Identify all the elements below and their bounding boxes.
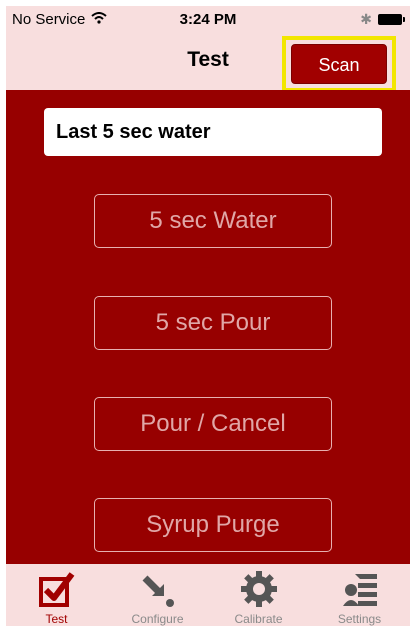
tab-settings-label: Settings	[337, 612, 382, 626]
pour-5sec-button[interactable]: 5 sec Pour	[94, 296, 332, 350]
tab-calibrate-label: Calibrate	[234, 612, 283, 626]
tab-test-label: Test	[45, 612, 68, 626]
scan-button[interactable]: Scan	[291, 44, 387, 84]
status-bar: No Service 3:24 PM ✱	[6, 6, 410, 34]
water-5sec-button[interactable]: 5 sec Water	[94, 194, 332, 248]
bluetooth-icon: ✱	[360, 11, 372, 27]
tab-configure[interactable]: Configure	[107, 564, 208, 626]
tab-configure-label: Configure	[131, 612, 184, 626]
arrow-dot-icon	[142, 575, 174, 607]
status-time: 3:24 PM	[179, 11, 237, 28]
syrup-purge-button[interactable]: Syrup Purge	[94, 498, 332, 552]
settings-list-icon	[342, 574, 377, 606]
pour-cancel-button[interactable]: Pour / Cancel	[94, 397, 332, 451]
checkbox-check-icon	[38, 572, 74, 607]
last-action-field: Last 5 sec water	[44, 108, 382, 156]
battery-icon	[378, 14, 405, 25]
app-screen: No Service 3:24 PM ✱ Test Scan Last 5 se…	[6, 6, 410, 626]
nav-bar: Test Scan	[6, 34, 410, 92]
tab-bar: Test Configure Calibrate Settings	[6, 564, 410, 626]
tab-calibrate[interactable]: Calibrate	[208, 564, 309, 626]
tab-settings[interactable]: Settings	[309, 564, 410, 626]
gear-icon	[240, 571, 277, 607]
main-panel: Last 5 sec water 5 sec Water 5 sec Pour …	[6, 90, 410, 564]
status-right: ✱	[360, 11, 405, 28]
tab-test[interactable]: Test	[6, 564, 107, 626]
